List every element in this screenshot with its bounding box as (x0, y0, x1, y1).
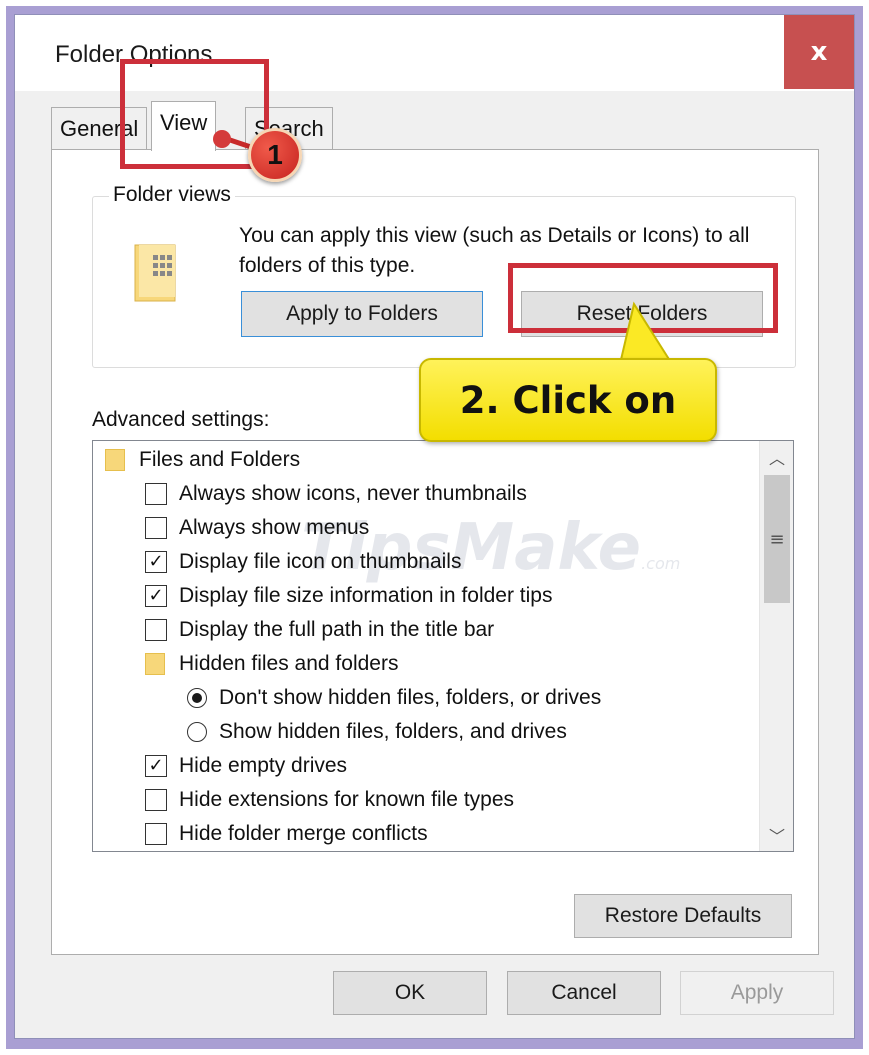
list-item-label: Show hidden files, folders, and drives (219, 720, 567, 743)
grip-icon: ≡ (769, 528, 785, 550)
list-item-hide-empty-drives[interactable]: ✓ Hide empty drives (145, 749, 347, 783)
step1-pointer-dot (213, 130, 231, 148)
list-item-display-file-icon[interactable]: ✓ Display file icon on thumbnails (145, 545, 461, 579)
folder-options-dialog: Folder Options x General View Search Fol… (14, 14, 855, 1039)
checkbox-checked[interactable]: ✓ (145, 585, 167, 607)
radio[interactable] (187, 722, 207, 742)
tab-view[interactable]: View (151, 101, 217, 151)
list-item-label: Hidden files and folders (179, 652, 399, 675)
checkbox-checked[interactable]: ✓ (145, 755, 167, 777)
list-item-display-full-path[interactable]: Display the full path in the title bar (145, 613, 494, 647)
chevron-down-icon[interactable]: ﹀ (760, 819, 793, 851)
list-item-label: Display file icon on thumbnails (179, 550, 462, 573)
apply-to-folders-button[interactable]: Apply to Folders (241, 291, 483, 337)
list-item-label: Always show icons, never thumbnails (179, 482, 527, 505)
checkbox[interactable] (145, 619, 167, 641)
window-title: Folder Options (55, 41, 213, 68)
list-item-label: Display the full path in the title bar (179, 618, 495, 641)
cancel-button[interactable]: Cancel (507, 971, 661, 1015)
step1-badge: 1 (248, 128, 302, 182)
checkmark-icon: ✓ (148, 551, 164, 572)
close-button[interactable]: x (784, 15, 854, 89)
folder-views-label: Folder views (109, 183, 235, 207)
tab-view-label: View (160, 110, 208, 135)
list-item-display-file-size[interactable]: ✓ Display file size information in folde… (145, 579, 553, 613)
apply-button[interactable]: Apply (680, 971, 834, 1015)
list-item-label: Don't show hidden files, folders, or dri… (219, 686, 602, 709)
checkbox-checked[interactable]: ✓ (145, 551, 167, 573)
folder-views-description: You can apply this view (such as Details… (239, 224, 750, 277)
checkbox[interactable] (145, 483, 167, 505)
close-icon: x (810, 37, 828, 67)
vertical-scrollbar[interactable]: ︿ ≡ ﹀ (759, 441, 793, 851)
list-item-files-and-folders[interactable]: Files and Folders (105, 443, 300, 477)
list-item-label: Files and Folders (139, 448, 301, 471)
checkbox[interactable] (145, 789, 167, 811)
list-item-dont-show-hidden[interactable]: Don't show hidden files, folders, or dri… (187, 681, 601, 715)
title-bar: Folder Options x (15, 15, 854, 91)
folder-icon (145, 653, 165, 675)
tab-general-label: General (60, 116, 139, 141)
checkbox[interactable] (145, 823, 167, 845)
tab-general[interactable]: General (51, 107, 148, 149)
step2-callout: 2. Click on (419, 358, 717, 442)
list-item-hide-extensions[interactable]: Hide extensions for known file types (145, 783, 514, 817)
folder-icon (105, 449, 125, 471)
restore-defaults-button[interactable]: Restore Defaults (574, 894, 792, 938)
folder-view-icon (134, 244, 176, 302)
list-item-always-show-icons[interactable]: Always show icons, never thumbnails (145, 477, 527, 511)
folder-views-group: Folder views You can apply this view (su… (92, 183, 796, 368)
list-item-label: Display file size information in folder … (179, 584, 553, 607)
advanced-settings-list[interactable]: TipsMake.com Files and Folders Always sh… (92, 440, 794, 852)
view-tab-panel: Folder views You can apply this view (su… (51, 149, 819, 955)
checkmark-icon: ✓ (148, 755, 164, 776)
list-item-hide-merge-conflicts[interactable]: Hide folder merge conflicts (145, 817, 428, 851)
list-item-show-hidden[interactable]: Show hidden files, folders, and drives (187, 715, 567, 749)
list-item-always-show-menus[interactable]: Always show menus (145, 511, 369, 545)
list-item-label: Hide folder merge conflicts (179, 822, 428, 845)
chevron-up-icon[interactable]: ︿ (760, 441, 793, 473)
radio-selected[interactable] (187, 688, 207, 708)
scrollbar-thumb[interactable]: ≡ (764, 475, 790, 603)
ok-button[interactable]: OK (333, 971, 487, 1015)
checkmark-icon: ✓ (148, 585, 164, 606)
list-item-label: Hide empty drives (179, 754, 348, 777)
advanced-settings-label: Advanced settings: (92, 408, 270, 431)
checkbox[interactable] (145, 517, 167, 539)
list-item-label: Always show menus (179, 516, 370, 539)
list-item-label: Hide extensions for known file types (179, 788, 515, 811)
list-item-hidden-files[interactable]: Hidden files and folders (145, 647, 398, 681)
